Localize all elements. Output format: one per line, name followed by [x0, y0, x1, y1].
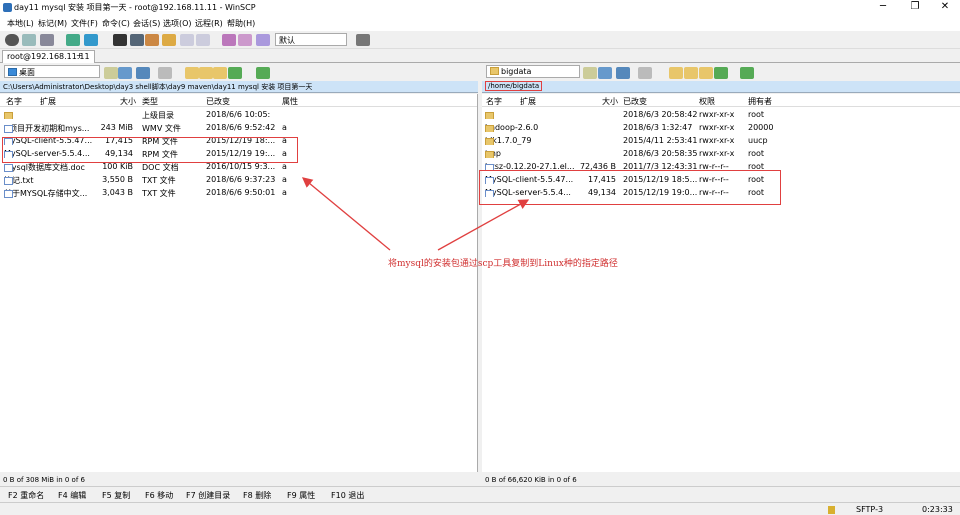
- f8-delete-button[interactable]: F8 删除: [243, 490, 271, 501]
- annotation-text: 将mysql的安装包通过scp工具复制到Linux种的指定路径: [388, 259, 618, 269]
- f9-properties-button[interactable]: F9 属性: [287, 490, 315, 501]
- right-status: 0 B of 66,620 KiB in 0 of 6: [485, 476, 577, 484]
- f6-move-button[interactable]: F6 移动: [145, 490, 173, 501]
- f2-rename-button[interactable]: F2 重命名: [8, 490, 44, 501]
- arrow-to-left: [301, 177, 391, 251]
- f7-mkdir-button[interactable]: F7 创建目录: [186, 490, 230, 501]
- session-time: 0:23:33: [922, 505, 953, 514]
- protocol-label: SFTP-3: [856, 505, 884, 514]
- f4-edit-button[interactable]: F4 编辑: [58, 490, 86, 501]
- lock-icon: [828, 506, 835, 514]
- f5-copy-button[interactable]: F5 复制: [102, 490, 130, 501]
- function-key-bar: F2 重命名 F4 编辑 F5 复制 F6 移动 F7 创建目录 F8 删除 F…: [0, 486, 960, 501]
- left-status: 0 B of 308 MiB in 0 of 6: [3, 476, 85, 484]
- arrow-to-right: [437, 199, 530, 251]
- status-bar: SFTP-3 0:23:33: [0, 502, 960, 515]
- f10-quit-button[interactable]: F10 退出: [331, 490, 364, 501]
